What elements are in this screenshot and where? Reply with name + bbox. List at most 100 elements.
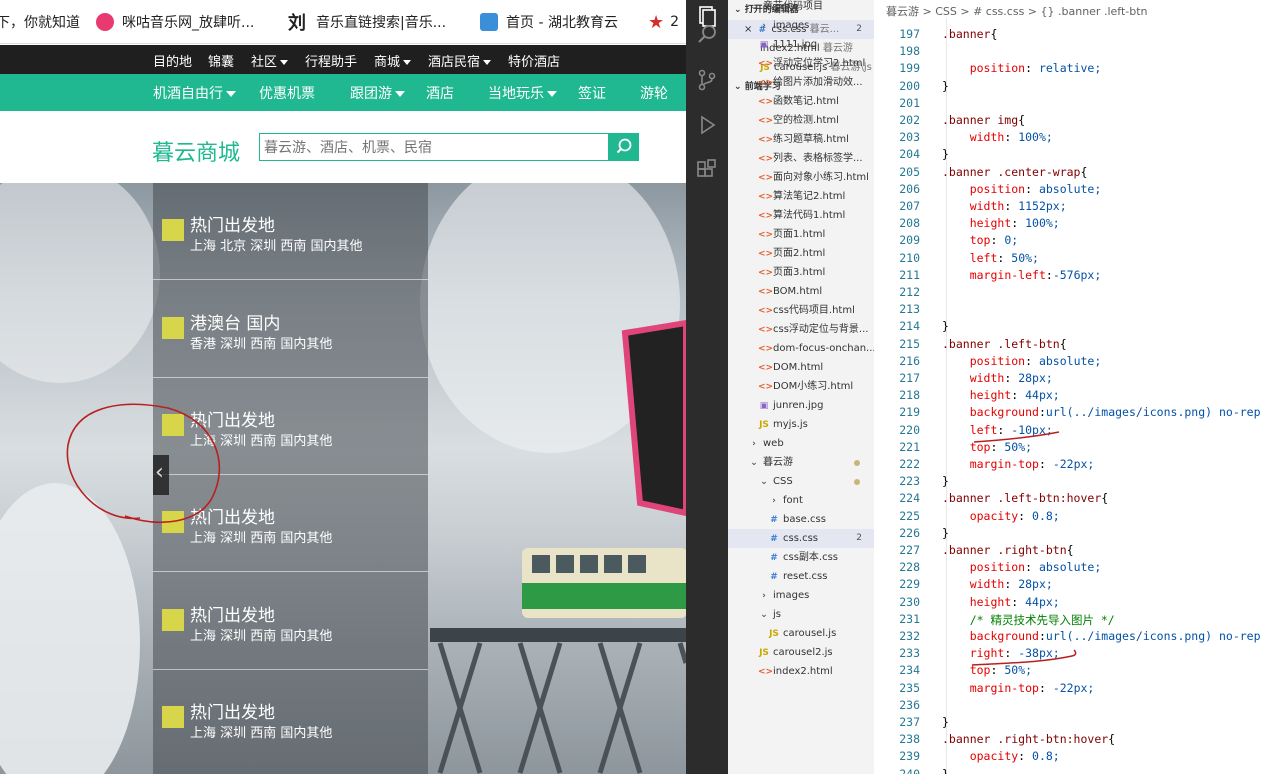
bookmark-label: 音乐直链搜索|音乐... [316, 15, 447, 31]
html-file-icon: <> [758, 249, 774, 259]
tree-file[interactable]: <>练习题草稿.html [728, 130, 874, 149]
browser-viewport: 下，你就知道 咪咕音乐网_放肆听... 刘 音乐直链搜索|音乐... 首页 - … [0, 0, 686, 774]
tree-file[interactable]: <>dom-focus-onchan... [728, 339, 874, 358]
chevron-right-icon: › [772, 496, 776, 506]
tree-file[interactable]: <>index2.html [728, 662, 874, 681]
html-file-icon: <> [758, 363, 774, 373]
tree-file[interactable]: JS carousel.js [728, 624, 874, 643]
topnav-item[interactable]: 行程助手 [305, 51, 357, 70]
top-nav: 目的地 锦囊 社区 行程助手 商城 酒店民宿 特价酒店 [0, 45, 686, 74]
topnav-item[interactable]: 目的地 [153, 51, 192, 70]
source-control-icon[interactable] [695, 68, 719, 92]
search-icon[interactable] [695, 22, 719, 46]
tree-file[interactable]: <>DOM小练习.html [728, 377, 874, 396]
mainnav-item[interactable]: 签证 [578, 83, 606, 103]
tree-folder[interactable]: › web [728, 434, 874, 453]
hubei-icon [480, 13, 498, 31]
tree-file[interactable]: <>算法代码1.html [728, 206, 874, 225]
bookmark-0[interactable]: 下，你就知道 [0, 12, 80, 32]
tree-label: js [773, 609, 781, 620]
topnav-item[interactable]: 特价酒店 [508, 51, 560, 70]
tree-file[interactable]: # base.css [728, 510, 874, 529]
mainnav-item[interactable]: 跟团游 [350, 83, 405, 103]
tree-folder[interactable]: › images [728, 586, 874, 605]
mainnav-item[interactable]: 优惠机票 [259, 83, 315, 103]
tree-label: 1111.jpg [773, 39, 818, 50]
tree-file[interactable]: <>DOM.html [728, 358, 874, 377]
bookmark-migu[interactable]: 咪咕音乐网_放肆听... [96, 12, 254, 32]
tree-file[interactable]: <>算法笔记2.html [728, 187, 874, 206]
tree-file[interactable]: <>给图片添加滑动效... [728, 73, 874, 92]
topnav-item[interactable]: 酒店民宿 [428, 51, 492, 70]
image-file-icon: ▣ [759, 40, 769, 50]
topnav-label: 行程助手 [305, 55, 358, 70]
mainnav-item[interactable]: 酒店 [426, 83, 454, 103]
tree-file[interactable]: <>面向对象小练习.html [728, 168, 874, 187]
liu-icon: 刘 [288, 13, 306, 34]
image-file-icon: ▣ [759, 401, 769, 411]
tree-file[interactable]: JS myjs.js [728, 415, 874, 434]
tree-file[interactable]: <>浮动定位学习2.html [728, 54, 874, 73]
bookmark-star[interactable]: ★ 2 [648, 11, 680, 33]
tree-folder[interactable]: ⌄ 暮云游 [728, 453, 874, 472]
html-file-icon: <> [758, 173, 774, 183]
tree-file[interactable]: <>空的检测.html [728, 111, 874, 130]
tree-file[interactable]: JS carousel2.js [728, 643, 874, 662]
extensions-icon[interactable] [695, 158, 719, 182]
tree-folder[interactable]: › font [728, 491, 874, 510]
tree-label: 浮动定位学习2.html [773, 58, 866, 69]
modified-dot [854, 460, 860, 466]
topnav-item[interactable]: 社区 [251, 51, 289, 70]
html-file-icon: <> [758, 287, 774, 297]
tree-file[interactable]: <>BOM.html [728, 282, 874, 301]
site-logo[interactable]: 暮云商城 [152, 135, 240, 167]
tree-file[interactable]: ▣ junren.jpg [728, 396, 874, 415]
chevron-right-icon: › [762, 591, 766, 601]
chevron-down-icon [395, 91, 405, 97]
html-file-icon: <> [758, 135, 774, 145]
tree-file[interactable]: <>列表、表格标签学... [728, 149, 874, 168]
html-file-icon: <> [758, 344, 774, 354]
mainnav-item[interactable]: 当地玩乐 [488, 83, 557, 103]
tree-file[interactable]: <>页面3.html [728, 263, 874, 282]
topnav-item[interactable]: 商城 [374, 51, 412, 70]
css-file-icon: # [770, 572, 778, 582]
tree-folder[interactable]: › images [728, 16, 874, 35]
modified-dot [854, 479, 860, 485]
tree-folder[interactable]: ⌄ CSS [728, 472, 874, 491]
search-input[interactable] [260, 134, 608, 160]
tree-folder[interactable]: ⌄ js [728, 605, 874, 624]
tree-file[interactable]: # reset.css [728, 567, 874, 586]
tree-file[interactable]: ▣ 1111.jpg [728, 35, 874, 54]
bookmark-label: 咪咕音乐网_放肆听... [122, 15, 255, 31]
tree-file[interactable]: # css.css 2 [728, 529, 874, 548]
tree-label: 页面3.html [773, 267, 826, 278]
tree-folder[interactable]: ⌄ 章节代码项目 [728, 0, 874, 16]
tree-file[interactable]: <>css浮动定位与背景... [728, 320, 874, 339]
tree-label: base.css [783, 514, 826, 525]
tree-label: myjs.js [773, 419, 808, 430]
mainnav-item[interactable]: 机酒自由行 [153, 83, 236, 103]
html-file-icon: <> [758, 192, 774, 202]
bookmark-label: 2 [670, 14, 680, 30]
tree-label: images [773, 20, 810, 31]
search-button[interactable] [609, 133, 639, 161]
tree-label: 页面1.html [773, 229, 826, 240]
run-debug-icon[interactable] [695, 113, 719, 137]
tree-label: web [763, 438, 784, 449]
topnav-item[interactable]: 锦囊 [208, 51, 234, 70]
tree-label: DOM小练习.html [773, 381, 854, 392]
js-file-icon: JS [759, 420, 769, 430]
tree-file[interactable]: <>页面2.html [728, 244, 874, 263]
bookmark-music-search[interactable]: 刘 音乐直链搜索|音乐... [288, 12, 447, 34]
tree-file[interactable]: # css副本.css [728, 548, 874, 567]
html-file-icon: <> [758, 306, 774, 316]
tree-label: 列表、表格标签学... [773, 153, 863, 164]
tree-file[interactable]: <>css代码项目.html [728, 301, 874, 320]
star-icon: ★ [648, 11, 665, 33]
tree-file[interactable]: <>函数笔记.html [728, 92, 874, 111]
bookmark-hubei[interactable]: 首页 - 湖北教育云 [480, 12, 618, 32]
tree-file[interactable]: <>页面1.html [728, 225, 874, 244]
code-editor[interactable]: 暮云游 > CSS > # css.css > {} .banner .left… [874, 0, 1278, 774]
mainnav-item[interactable]: 游轮 [640, 83, 668, 103]
